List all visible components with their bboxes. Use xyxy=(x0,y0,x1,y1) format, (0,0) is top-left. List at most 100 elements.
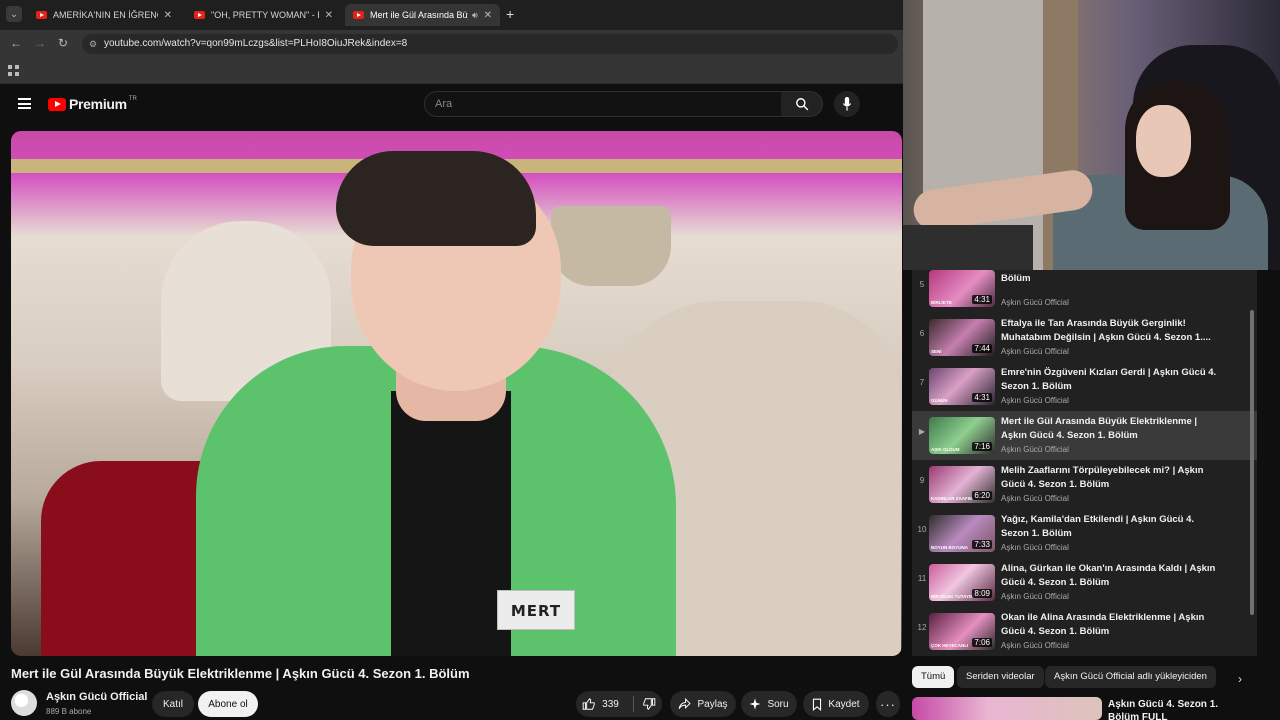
playlist-item-title: Okan ile Alina Arasında Elektriklenme | … xyxy=(1001,612,1205,637)
playlist-item-title: Bölüm xyxy=(1001,273,1031,284)
like-dislike-group: 339 xyxy=(576,691,662,717)
playlist-item-title: Melih Zaaflarını Törpüleyebilecek mi? | … xyxy=(1001,465,1204,490)
close-tab-icon[interactable]: ✕ xyxy=(325,10,333,21)
playlist-thumbnail[interactable]: SENİ 7:44 xyxy=(929,319,995,356)
playlist-thumbnail[interactable]: BOYUN BOYUNA 7:33 xyxy=(929,515,995,552)
browser-tab-3[interactable]: Mert ile Gül Arasında Büyük 🔊︎ ✕ xyxy=(345,4,500,26)
playlist-item[interactable]: 11 BİR DİLEK TUTAYIM 8:09 Alina, Gürkan ile… xyxy=(912,558,1257,607)
apps-grid-icon[interactable] xyxy=(8,65,19,76)
ask-button[interactable]: Soru xyxy=(741,691,797,717)
recommended-title[interactable]: Aşkın Gücü 4. Sezon 1. Bölüm FULL xyxy=(1108,698,1248,720)
tab-title: Mert ile Gül Arasında Büyük xyxy=(370,10,468,20)
voice-search-button[interactable] xyxy=(834,91,860,117)
video-duration: 7:33 xyxy=(972,540,992,549)
new-tab-icon[interactable]: + xyxy=(506,6,514,22)
playlist-panel: 5 BİRLİKTE 4:31 Bölüm Aşkın Gücü Official 6 SE… xyxy=(912,270,1257,656)
join-label: Katıl xyxy=(162,698,183,710)
reload-icon[interactable]: ↻ xyxy=(58,36,68,50)
url-field[interactable]: ⚙ youtube.com/watch?v=qon99mLczgs&list=P… xyxy=(82,34,898,54)
tab-title: "OH, PRETTY WOMAN" - Roy O xyxy=(211,10,319,20)
search-input[interactable]: Ara xyxy=(424,91,782,117)
subscribe-button[interactable]: Abone ol xyxy=(198,691,258,717)
playlist-thumbnail[interactable]: GÜNÜN 4:31 xyxy=(929,368,995,405)
channel-avatar[interactable] xyxy=(11,690,37,716)
dislike-button[interactable] xyxy=(642,697,656,711)
video-duration: 7:44 xyxy=(972,344,992,353)
youtube-premium-logo[interactable]: Premium TR xyxy=(48,96,137,112)
close-tab-icon[interactable]: ✕ xyxy=(164,10,172,21)
recommended-thumbnail[interactable] xyxy=(912,697,1102,720)
playlist-thumbnail[interactable]: BİR DİLEK TUTAYIM 8:09 xyxy=(929,564,995,601)
ask-label: Soru xyxy=(767,698,789,710)
playlist-item-title: Emre'nin Özgüveni Kızları Gerdi | Aşkın … xyxy=(1001,367,1217,392)
playlist-item[interactable]: 6 SENİ 7:44 Eftalya ile Tan Arasında Büyük … xyxy=(912,313,1257,362)
channel-name[interactable]: Aşkın Gücü Official xyxy=(46,691,147,703)
cam-desk xyxy=(903,225,1033,270)
thumbnail-caption: GÜNÜN xyxy=(931,398,948,403)
playlist-item[interactable]: 5 BİRLİKTE 4:31 Bölüm Aşkın Gücü Official xyxy=(912,270,1257,313)
video-duration: 4:31 xyxy=(972,393,992,402)
thumbnail-caption: KADINLAR ZAAFIM xyxy=(931,496,973,501)
address-bar: ← → ↻ ⚙ youtube.com/watch?v=qon99mLczgs&… xyxy=(0,30,903,58)
playlist-item[interactable]: 12 ÇOK HEYECANLI 7:06 Okan ile Alina Arasın… xyxy=(912,607,1257,656)
like-count: 339 xyxy=(602,698,619,710)
logo-region: TR xyxy=(128,96,137,102)
chip-all[interactable]: Tümü xyxy=(912,666,955,688)
site-info-icon[interactable]: ⚙ xyxy=(89,39,97,50)
menu-icon[interactable] xyxy=(18,98,31,109)
playlist-thumbnail[interactable]: AŞIK OLDUM 7:16 xyxy=(929,417,995,454)
playlist-index: 6 xyxy=(919,329,925,338)
search-placeholder: Ara xyxy=(435,98,453,110)
playlist-item[interactable]: 9 KADINLAR ZAAFIM 6:20 Melih Zaaflarını Tör… xyxy=(912,460,1257,509)
playlist-item-title: Alina, Gürkan ile Okan'ın Arasında Kaldı… xyxy=(1001,563,1216,588)
playlist-thumbnail[interactable]: KADINLAR ZAAFIM 6:20 xyxy=(929,466,995,503)
logo-text: Premium xyxy=(69,96,127,112)
playlist-index: 7 xyxy=(919,378,925,387)
like-button[interactable]: 339 xyxy=(582,697,619,711)
back-icon[interactable]: ← xyxy=(10,36,22,50)
playlist-item[interactable]: 10 BOYUN BOYUNA 7:33 Yağız, Kamila'dan Etki… xyxy=(912,509,1257,558)
browser-tab-2[interactable]: "OH, PRETTY WOMAN" - Roy O ✕ xyxy=(186,4,341,26)
join-button[interactable]: Katıl xyxy=(152,691,194,717)
playlist-thumbnail[interactable]: BİRLİKTE 4:31 xyxy=(929,270,995,307)
share-button[interactable]: Paylaş xyxy=(670,691,736,717)
video-duration: 7:06 xyxy=(972,638,992,647)
speaker-icon[interactable]: 🔊︎ xyxy=(472,10,478,21)
browser-tab-1[interactable]: AMERİKA'NIN EN İĞRENÇ PRO ✕ xyxy=(28,4,180,26)
browser-tabbar: ⌄ AMERİKA'NIN EN İĞRENÇ PRO ✕ "OH, PRETT… xyxy=(0,0,903,30)
save-button[interactable]: Kaydet xyxy=(803,691,869,717)
playlist-index: 12 xyxy=(917,623,927,632)
thumbs-up-icon xyxy=(582,698,595,710)
playlist-item-title: Yağız, Kamila'dan Etkilendi | Aşkın Gücü… xyxy=(1001,514,1195,539)
save-label: Kaydet xyxy=(828,698,860,710)
thumbnail-caption: BİRLİKTE xyxy=(931,300,952,305)
video-title: Mert ile Gül Arasında Büyük Elektriklenm… xyxy=(11,666,470,681)
video-duration: 4:31 xyxy=(972,295,992,304)
black-shirt xyxy=(391,391,511,656)
chip-uploader[interactable]: Aşkın Gücü Official adlı yükleyiciden xyxy=(1045,666,1216,688)
playlist-item[interactable]: 7 GÜNÜN 4:31 Emre'nin Özgüveni Kızları Gerd… xyxy=(912,362,1257,411)
playlist-thumbnail[interactable]: ÇOK HEYECANLI 7:06 xyxy=(929,613,995,650)
playlist-item[interactable]: ▶ AŞIK OLDUM 7:16 Mert ile Gül Arasında Büy… xyxy=(912,411,1257,460)
search-button[interactable] xyxy=(781,91,823,117)
like-divider xyxy=(632,696,634,712)
playlist-item-channel: Aşkın Gücü Official xyxy=(1001,445,1069,454)
youtube-favicon-icon xyxy=(194,11,205,19)
more-icon: ··· xyxy=(880,696,896,712)
share-label: Paylaş xyxy=(697,698,728,710)
playlist-scrollbar[interactable] xyxy=(1250,310,1254,615)
tab-search-icon[interactable]: ⌄ xyxy=(6,6,22,22)
search-icon xyxy=(795,98,808,111)
webcam-overlay xyxy=(903,0,1280,270)
playlist-index: ▶ xyxy=(918,427,926,436)
forward-icon[interactable]: → xyxy=(34,36,46,50)
more-actions-button[interactable]: ··· xyxy=(876,691,900,717)
playlist-index: 9 xyxy=(919,476,925,485)
video-player[interactable]: MERT xyxy=(11,131,902,656)
chip-series[interactable]: Seriden videolar xyxy=(957,666,1044,688)
close-tab-icon[interactable]: ✕ xyxy=(484,10,492,21)
subscribe-label: Abone ol xyxy=(208,698,248,710)
video-duration: 6:20 xyxy=(972,491,992,500)
chevron-right-icon[interactable]: › xyxy=(1238,672,1242,686)
url-text: youtube.com/watch?v=qon99mLczgs&list=PLH… xyxy=(104,38,408,49)
